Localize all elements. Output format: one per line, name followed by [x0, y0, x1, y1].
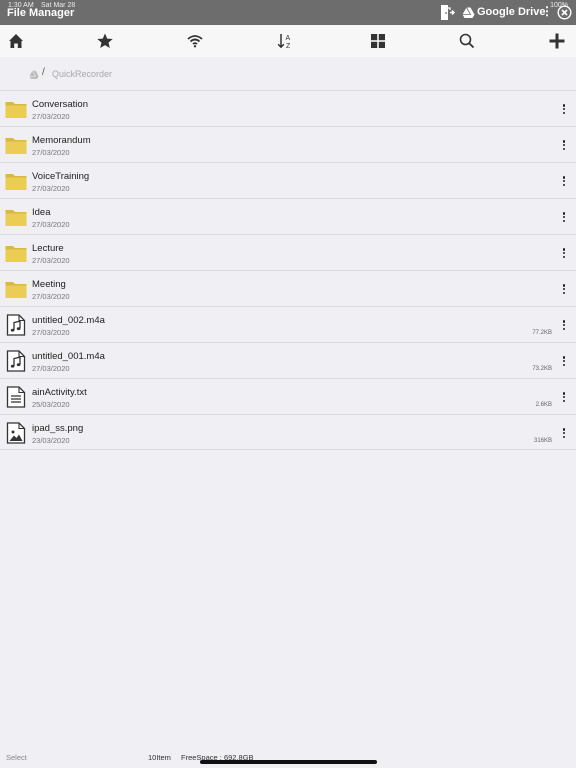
svg-text:Z: Z — [286, 43, 291, 50]
sort-az-icon[interactable]: A Z — [275, 31, 295, 51]
logout-icon[interactable] — [439, 4, 455, 21]
file-name: Meeting — [32, 279, 66, 290]
file-name: VoiceTraining — [32, 171, 90, 182]
file-row[interactable]: Conversation 27/03/2020 — [0, 90, 576, 126]
file-size: 73.2KB — [532, 366, 552, 372]
file-size: 77.2KB — [532, 330, 552, 336]
close-icon[interactable] — [557, 5, 572, 20]
file-row[interactable]: Idea 27/03/2020 — [0, 198, 576, 234]
file-date: 27/03/2020 — [32, 220, 70, 229]
item-count: 10Item — [148, 753, 171, 762]
file-name: Idea — [32, 207, 51, 218]
folder-icon — [5, 170, 27, 192]
more-options-icon[interactable] — [559, 428, 569, 440]
audio-file-icon — [5, 350, 27, 372]
folder-icon — [5, 206, 27, 228]
more-options-icon[interactable] — [559, 104, 569, 116]
file-row[interactable]: ipad_ss.png 23/03/2020 316KB — [0, 414, 576, 450]
folder-icon — [5, 134, 27, 156]
file-date: 23/03/2020 — [32, 436, 70, 445]
file-row[interactable]: Lecture 27/03/2020 — [0, 234, 576, 270]
file-date: 27/03/2020 — [32, 256, 70, 265]
more-options-icon[interactable] — [559, 140, 569, 152]
google-drive-label[interactable]: Google Drive — [477, 6, 545, 18]
folder-icon — [5, 242, 27, 264]
file-name: untitled_001.m4a — [32, 351, 105, 362]
more-options-icon[interactable] — [559, 248, 569, 260]
star-icon[interactable] — [95, 31, 115, 51]
file-date: 25/03/2020 — [32, 400, 70, 409]
app-title: File Manager — [7, 7, 75, 19]
grid-view-icon[interactable] — [368, 31, 388, 51]
more-options-icon[interactable] — [559, 212, 569, 224]
file-date: 27/03/2020 — [32, 364, 70, 373]
file-name: Memorandum — [32, 135, 91, 146]
file-row[interactable]: ainActivity.txt 25/03/2020 2.6KB — [0, 378, 576, 414]
google-drive-icon — [462, 6, 475, 18]
file-size: 316KB — [533, 438, 552, 444]
plus-icon[interactable] — [547, 31, 567, 51]
more-options-icon[interactable] — [559, 392, 569, 404]
search-icon[interactable] — [457, 31, 477, 51]
file-name: untitled_002.m4a — [32, 315, 105, 326]
file-list: Conversation 27/03/2020 Memorandum 27/03/20… — [0, 90, 576, 450]
image-file-icon — [5, 422, 27, 444]
home-icon[interactable] — [6, 31, 26, 51]
file-row[interactable]: untitled_002.m4a 27/03/2020 77.2KB — [0, 306, 576, 342]
breadcrumb: / QuickRecorder — [0, 62, 576, 86]
folder-icon — [5, 278, 27, 300]
folder-icon — [5, 98, 27, 120]
breadcrumb-current-folder[interactable]: QuickRecorder — [52, 69, 112, 79]
file-name: ainActivity.txt — [32, 387, 87, 398]
file-date: 27/03/2020 — [32, 292, 70, 301]
file-date: 27/03/2020 — [32, 112, 70, 121]
title-bar: 1:30 AM Sat Mar 28 100% File Manager Goo… — [0, 0, 576, 25]
file-name: ipad_ss.png — [32, 423, 84, 434]
file-date: 27/03/2020 — [32, 328, 70, 337]
text-file-icon — [5, 386, 27, 408]
audio-file-icon — [5, 314, 27, 336]
select-button[interactable]: Select — [6, 753, 27, 762]
file-row[interactable]: Memorandum 27/03/2020 — [0, 126, 576, 162]
google-drive-root-icon[interactable] — [29, 67, 39, 79]
more-options-icon[interactable] — [559, 356, 569, 368]
file-date: 27/03/2020 — [32, 148, 70, 157]
more-options-icon[interactable] — [559, 176, 569, 188]
file-row[interactable]: untitled_001.m4a 27/03/2020 73.2KB — [0, 342, 576, 378]
toolbar: A Z — [0, 25, 576, 57]
home-indicator[interactable] — [200, 760, 377, 764]
breadcrumb-separator: / — [42, 67, 45, 78]
more-options-icon[interactable] — [559, 320, 569, 332]
file-date: 27/03/2020 — [32, 184, 70, 193]
svg-text:A: A — [286, 35, 291, 42]
more-options-icon[interactable] — [559, 284, 569, 296]
file-name: Conversation — [32, 99, 88, 110]
header-more-button[interactable]: ⋮ — [541, 4, 553, 18]
file-row[interactable]: VoiceTraining 27/03/2020 — [0, 162, 576, 198]
file-row[interactable]: Meeting 27/03/2020 — [0, 270, 576, 306]
file-size: 2.6KB — [535, 402, 552, 408]
file-name: Lecture — [32, 243, 64, 254]
wifi-icon[interactable] — [185, 31, 205, 51]
